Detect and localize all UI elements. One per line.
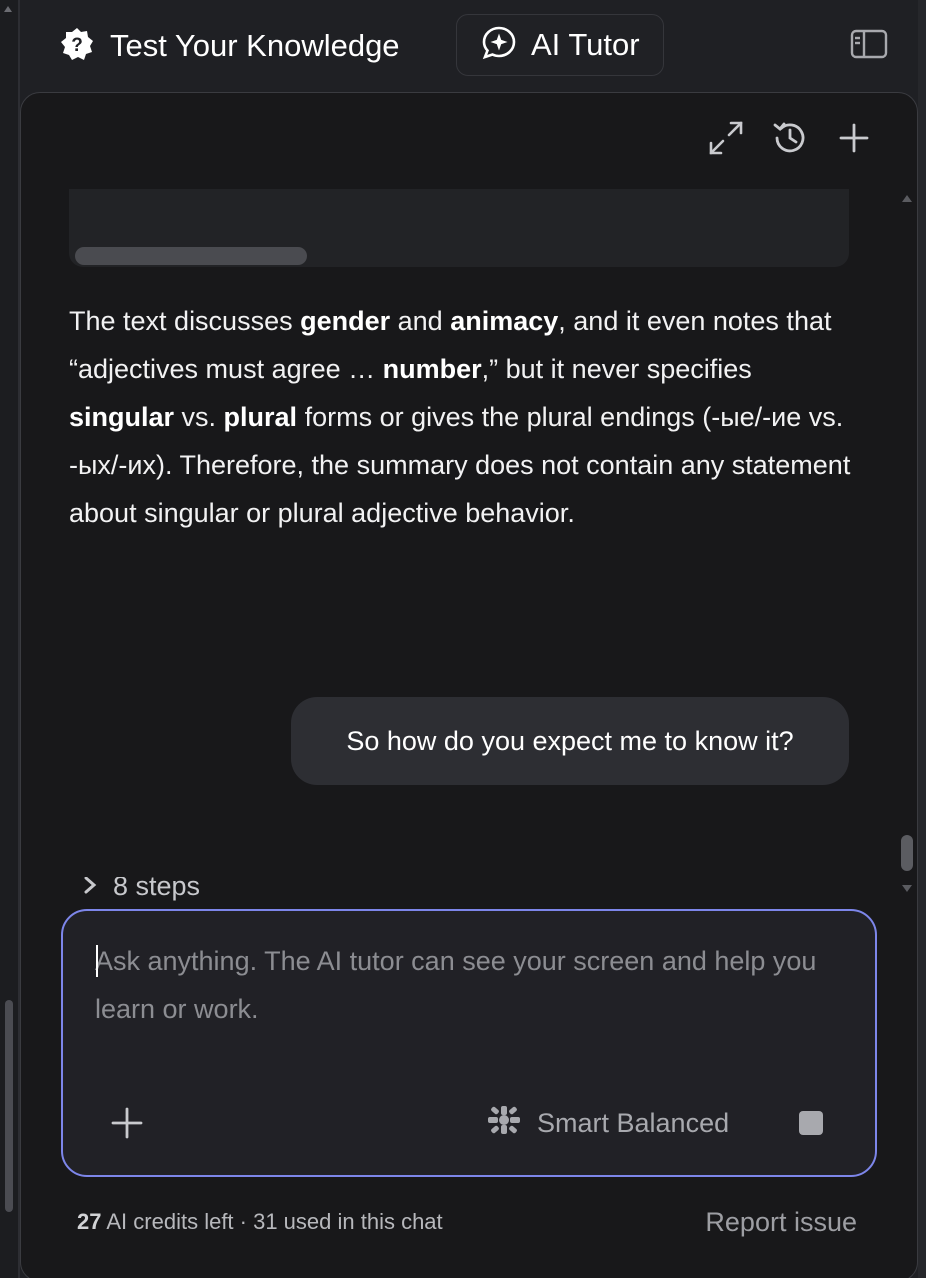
steps-clip: 8 steps (69, 877, 869, 901)
credits-count: 27 (77, 1209, 102, 1234)
tab-ai-tutor-label: AI Tutor (531, 27, 640, 62)
history-button[interactable] (771, 121, 809, 159)
steps-label: 8 steps (113, 877, 201, 901)
expand-button[interactable] (707, 121, 745, 159)
sparkle-chat-icon (481, 25, 517, 66)
message-bold: plural (223, 402, 298, 432)
help-badge-icon: ? (60, 27, 94, 66)
user-message: So how do you expect me to know it? (291, 697, 849, 785)
model-icon (487, 1105, 521, 1142)
model-label: Smart Balanced (537, 1107, 730, 1138)
svg-text:?: ? (71, 35, 83, 56)
message-bold: animacy (450, 306, 559, 336)
credits-info: 27 AI credits left · 31 used in this cha… (77, 1209, 443, 1235)
plus-icon (838, 122, 870, 159)
outer-scrollbar[interactable] (0, 0, 18, 1278)
text-caret (96, 945, 98, 977)
chat-input[interactable] (95, 937, 855, 1047)
code-block-scrollbar[interactable] (75, 247, 307, 265)
chat-scroll-down-arrow[interactable] (902, 885, 912, 892)
plus-icon (109, 1107, 145, 1145)
credits-text: AI credits left · 31 used in this chat (101, 1209, 443, 1234)
outer-scroll-up-arrow[interactable] (4, 6, 12, 12)
sidebar-toggle-button[interactable] (850, 28, 888, 60)
ai-tutor-panel: The text discusses gender and animacy, a… (20, 92, 918, 1278)
right-edge (918, 0, 926, 1278)
message-bold: number (382, 354, 482, 384)
new-chat-button[interactable] (835, 121, 873, 159)
tab-test-your-knowledge[interactable]: ? Test Your Knowledge (60, 16, 400, 76)
user-message-text: So how do you expect me to know it? (346, 725, 794, 756)
message-bold: singular (69, 402, 175, 432)
add-attachment-button[interactable] (109, 1105, 145, 1141)
chat-scrollbar[interactable] (901, 189, 915, 899)
message-text: vs. (174, 402, 224, 432)
footer: 27 AI credits left · 31 used in this cha… (77, 1205, 857, 1239)
history-icon (771, 119, 809, 162)
composer: Smart Balanced (61, 909, 877, 1177)
message-text: and (390, 306, 451, 336)
panel-toolbar (707, 121, 873, 159)
sidebar-toggle-icon (850, 29, 888, 64)
message-text: The text discusses (69, 306, 301, 336)
chat-scroll-thumb[interactable] (901, 835, 913, 871)
outer-scroll-thumb[interactable] (5, 1000, 13, 1212)
message-bold: gender (300, 306, 391, 336)
code-block (69, 189, 849, 267)
message-text: ,” but it never specifies (481, 354, 752, 384)
chat-scroll-up-arrow[interactable] (902, 195, 912, 202)
tab-test-your-knowledge-label: Test Your Knowledge (110, 28, 400, 63)
assistant-message: The text discusses gender and animacy, a… (69, 297, 859, 537)
header: ? Test Your Knowledge AI Tutor (20, 0, 918, 90)
chevron-right-icon (83, 877, 97, 901)
expand-icon (708, 120, 744, 161)
steps-toggle[interactable]: 8 steps (83, 877, 200, 901)
stop-button[interactable] (799, 1111, 823, 1135)
report-issue-link[interactable]: Report issue (705, 1207, 857, 1238)
tab-ai-tutor[interactable]: AI Tutor (456, 14, 664, 76)
model-selector[interactable]: Smart Balanced (487, 1103, 729, 1143)
